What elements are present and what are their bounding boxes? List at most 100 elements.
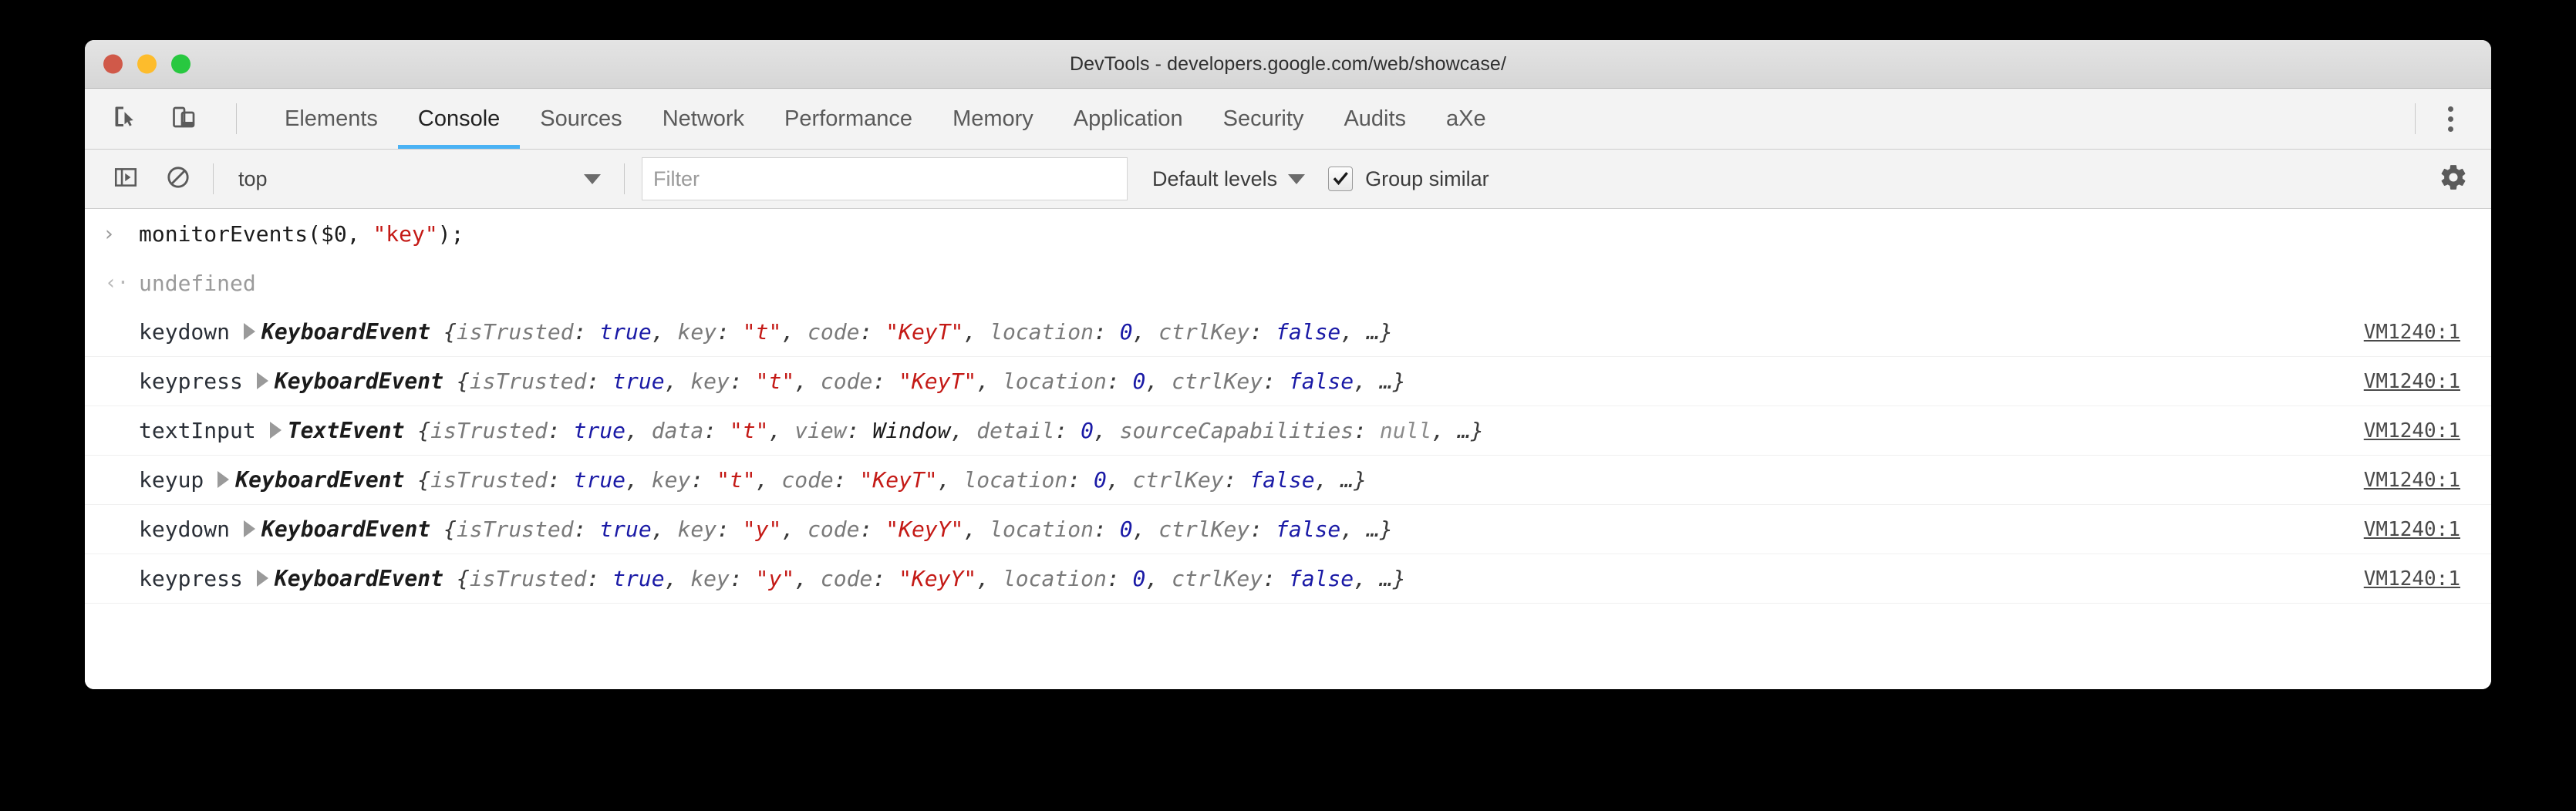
property-colon: : bbox=[574, 319, 600, 345]
event-type-label: keydown bbox=[139, 319, 244, 345]
window-title-bar: DevTools - developers.google.com/web/sho… bbox=[85, 40, 2491, 89]
device-toolbar-button[interactable] bbox=[164, 98, 205, 140]
minimize-window-button[interactable] bbox=[137, 55, 157, 74]
devtools-window: DevTools - developers.google.com/web/sho… bbox=[85, 40, 2491, 689]
property-name: ctrlKey bbox=[1172, 368, 1263, 394]
event-constructor-name: KeyboardEvent bbox=[235, 467, 404, 493]
tab-label: aXe bbox=[1446, 106, 1486, 132]
console-event-row[interactable]: textInputTextEvent {isTrusted: true, dat… bbox=[85, 406, 2491, 456]
console-command-line[interactable]: › monitorEvents($0, "key"); bbox=[85, 209, 2491, 258]
tab-console[interactable]: Console bbox=[398, 89, 520, 149]
zoom-window-button[interactable] bbox=[171, 55, 191, 74]
property-separator: , bbox=[781, 517, 808, 542]
event-message: keypressKeyboardEvent {isTrusted: true, … bbox=[139, 566, 2471, 591]
property-colon: : bbox=[1107, 566, 1133, 591]
expand-triangle-icon[interactable] bbox=[244, 520, 255, 537]
property-colon: : bbox=[872, 368, 899, 394]
tab-memory[interactable]: Memory bbox=[932, 89, 1054, 149]
property-name: key bbox=[652, 467, 691, 493]
property-name: key bbox=[677, 517, 716, 542]
panel-tabs: Elements Console Sources Network Perform… bbox=[251, 89, 2401, 149]
tab-label: Network bbox=[663, 106, 744, 132]
tab-label: Sources bbox=[540, 106, 622, 132]
source-location-link[interactable]: VM1240:1 bbox=[2364, 419, 2460, 443]
property-colon: : bbox=[730, 566, 756, 591]
truncation-ellipsis: … bbox=[1367, 517, 1380, 542]
tab-label: Elements bbox=[285, 106, 378, 132]
tab-performance[interactable]: Performance bbox=[764, 89, 932, 149]
group-similar-control[interactable]: Group similar bbox=[1328, 167, 1489, 191]
source-location-link[interactable]: VM1240:1 bbox=[2364, 567, 2460, 591]
property-separator: , bbox=[756, 467, 782, 493]
property-value: true bbox=[599, 319, 651, 345]
expand-triangle-icon[interactable] bbox=[257, 372, 268, 389]
log-levels-selector[interactable]: Default levels bbox=[1152, 167, 1305, 191]
property-colon: : bbox=[1224, 467, 1250, 493]
property-separator: , bbox=[625, 467, 652, 493]
source-location-link[interactable]: VM1240:1 bbox=[2364, 321, 2460, 344]
close-window-button[interactable] bbox=[103, 55, 123, 74]
property-value: true bbox=[574, 467, 625, 493]
property-name: isTrusted bbox=[457, 319, 574, 345]
expand-triangle-icon[interactable] bbox=[257, 570, 268, 587]
settings-button[interactable] bbox=[2433, 158, 2474, 200]
tab-sources[interactable]: Sources bbox=[520, 89, 642, 149]
console-event-row[interactable]: keyupKeyboardEvent {isTrusted: true, key… bbox=[85, 456, 2491, 505]
property-separator: , bbox=[1107, 467, 1133, 493]
event-type-label: keypress bbox=[139, 566, 257, 591]
tab-label: Security bbox=[1223, 106, 1304, 132]
property-value: "y" bbox=[756, 566, 795, 591]
console-event-row[interactable]: keypressKeyboardEvent {isTrusted: true, … bbox=[85, 357, 2491, 406]
tab-elements[interactable]: Elements bbox=[265, 89, 398, 149]
expand-triangle-icon[interactable] bbox=[244, 323, 255, 340]
console-event-row[interactable]: keypressKeyboardEvent {isTrusted: true, … bbox=[85, 554, 2491, 604]
tab-security[interactable]: Security bbox=[1203, 89, 1324, 149]
object-close-brace: } bbox=[1380, 517, 1393, 542]
console-event-row[interactable]: keydownKeyboardEvent {isTrusted: true, k… bbox=[85, 505, 2491, 554]
property-separator: , bbox=[1354, 368, 1380, 394]
property-value: "t" bbox=[730, 418, 769, 443]
more-options-button[interactable] bbox=[2429, 98, 2471, 140]
execution-context-selector[interactable]: top bbox=[228, 160, 610, 198]
event-message: keydownKeyboardEvent {isTrusted: true, k… bbox=[139, 517, 2471, 542]
property-separator: , bbox=[665, 566, 691, 591]
group-similar-checkbox[interactable] bbox=[1328, 167, 1353, 191]
property-value: true bbox=[599, 517, 651, 542]
property-separator: , bbox=[794, 566, 821, 591]
property-colon: : bbox=[730, 368, 756, 394]
event-constructor-name: KeyboardEvent bbox=[261, 517, 430, 542]
expand-triangle-icon[interactable] bbox=[270, 422, 282, 439]
source-location-link[interactable]: VM1240:1 bbox=[2364, 370, 2460, 393]
truncation-ellipsis: … bbox=[1340, 467, 1354, 493]
source-location-link[interactable]: VM1240:1 bbox=[2364, 518, 2460, 541]
tab-axe[interactable]: aXe bbox=[1426, 89, 1506, 149]
property-colon: : bbox=[586, 566, 612, 591]
event-message: textInputTextEvent {isTrusted: true, dat… bbox=[139, 418, 2471, 443]
property-name: location bbox=[990, 319, 1094, 345]
property-separator: , bbox=[963, 517, 990, 542]
chevron-down-icon bbox=[1288, 174, 1305, 184]
property-value: "KeyT" bbox=[860, 467, 938, 493]
property-colon: : bbox=[703, 418, 730, 443]
console-message-list[interactable]: › monitorEvents($0, "key"); ‹· undefined… bbox=[85, 209, 2491, 689]
result-prompt-icon: ‹· bbox=[105, 271, 139, 294]
device-toolbar-icon bbox=[170, 103, 198, 135]
property-colon: : bbox=[1263, 368, 1289, 394]
source-location-link[interactable]: VM1240:1 bbox=[2364, 469, 2460, 492]
inspect-element-button[interactable] bbox=[105, 98, 147, 140]
inspect-element-icon bbox=[112, 103, 140, 135]
tab-audits[interactable]: Audits bbox=[1323, 89, 1426, 149]
expand-triangle-icon[interactable] bbox=[217, 471, 229, 488]
truncation-ellipsis: … bbox=[1380, 368, 1393, 394]
property-value: true bbox=[612, 566, 664, 591]
console-sidebar-button[interactable] bbox=[105, 158, 147, 200]
tab-network[interactable]: Network bbox=[642, 89, 764, 149]
property-value: "t" bbox=[743, 319, 782, 345]
property-name: location bbox=[963, 467, 1067, 493]
clear-console-button[interactable] bbox=[157, 158, 199, 200]
console-event-row[interactable]: keydownKeyboardEvent {isTrusted: true, k… bbox=[85, 308, 2491, 357]
property-colon: : bbox=[716, 319, 743, 345]
truncation-ellipsis: … bbox=[1367, 319, 1380, 345]
tab-application[interactable]: Application bbox=[1054, 89, 1203, 149]
console-filter-input[interactable]: Filter bbox=[642, 157, 1128, 200]
